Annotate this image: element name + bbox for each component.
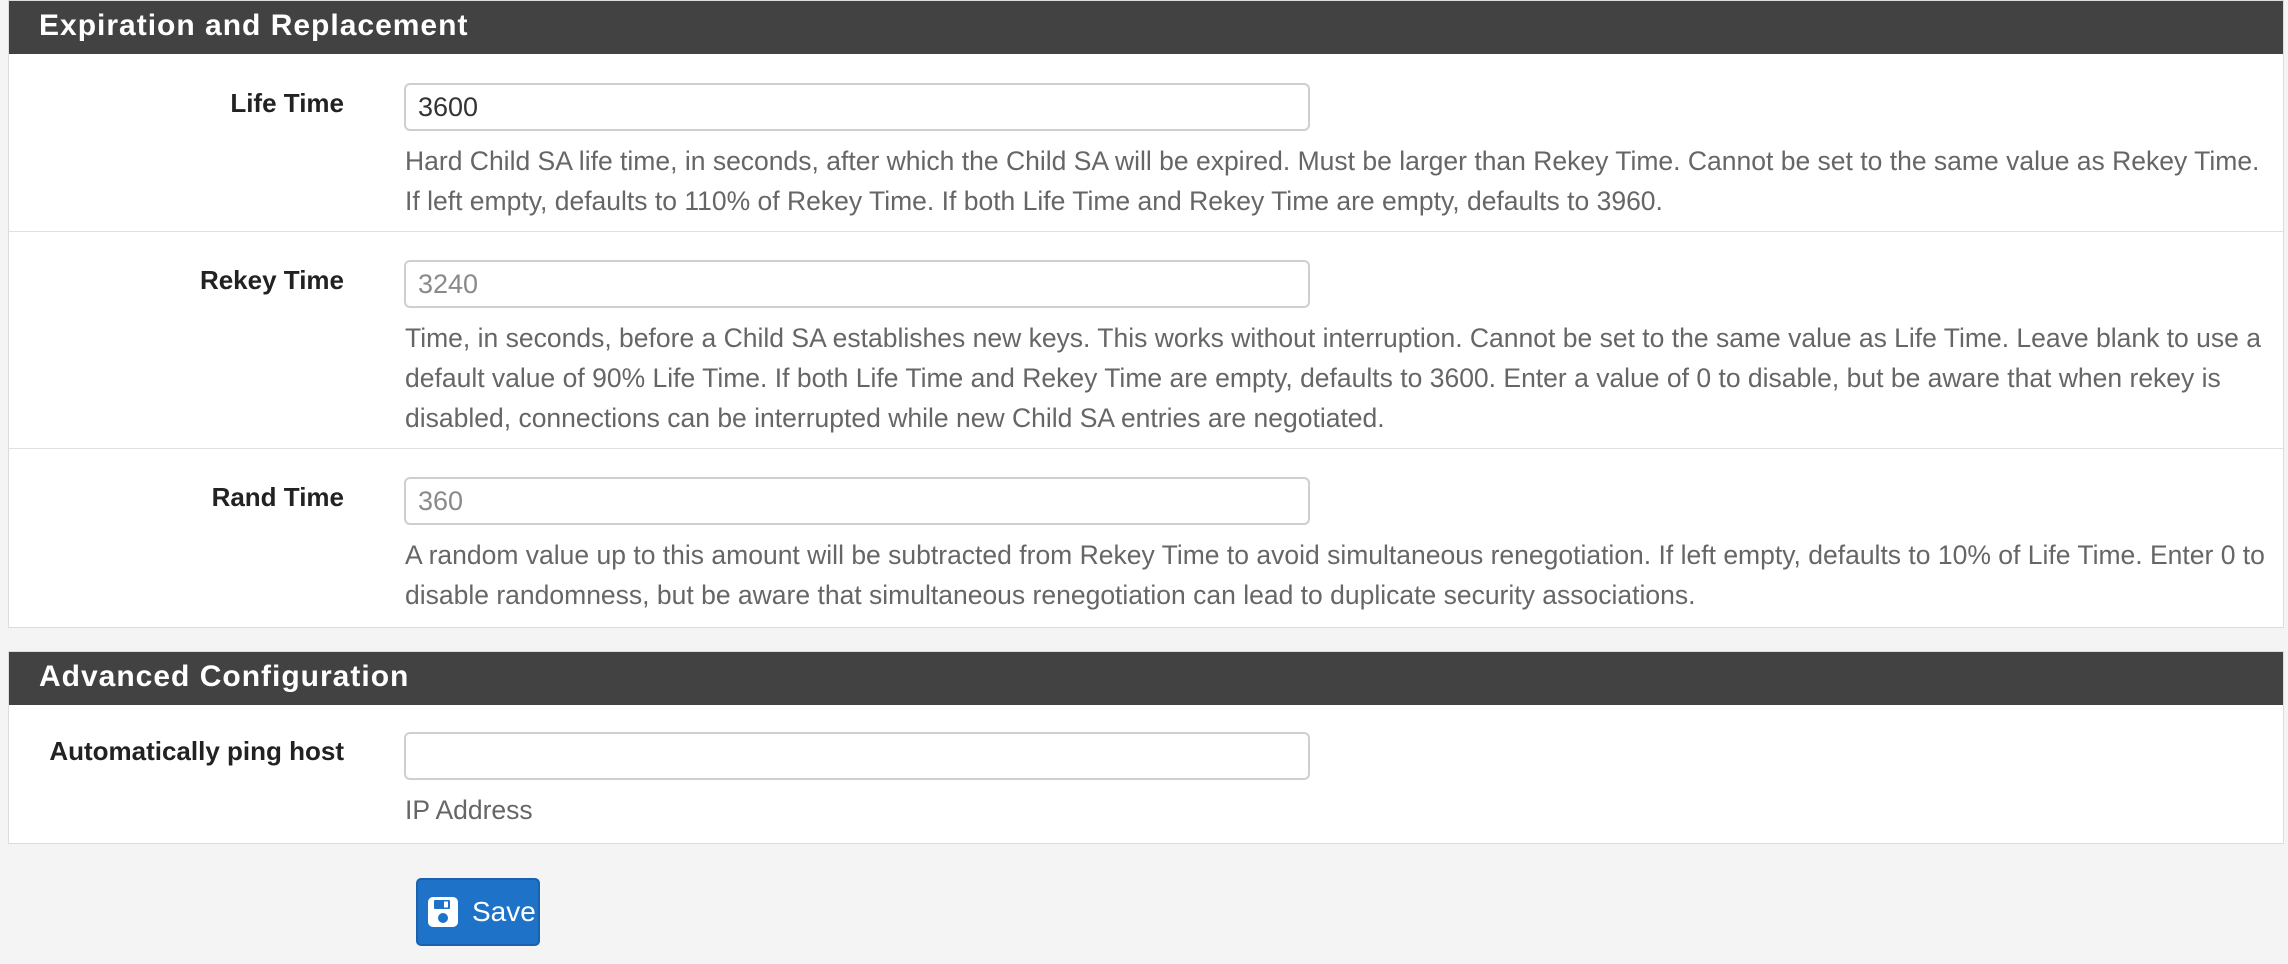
section-title-advanced: Advanced Configuration [9, 652, 2283, 705]
ping-host-row: Automatically ping host IP Address [9, 705, 2283, 843]
save-button[interactable]: Save [416, 878, 540, 946]
expiration-panel: Expiration and Replacement Life Time Har… [8, 0, 2284, 628]
rekey-time-label: Rekey Time [199, 265, 344, 295]
save-icon [426, 895, 460, 929]
ping-host-help: IP Address [405, 795, 533, 825]
rand-time-input[interactable] [404, 477, 1310, 525]
life-time-help: Hard Child SA life time, in seconds, aft… [405, 146, 2260, 216]
section-title-expiration: Expiration and Replacement [9, 1, 2283, 54]
rekey-time-help: Time, in seconds, before a Child SA esta… [405, 323, 2261, 433]
rand-time-help: A random value up to this amount will be… [405, 540, 2265, 610]
rekey-time-row: Rekey Time Time, in seconds, before a Ch… [9, 232, 2283, 449]
rand-time-row: Rand Time A random value up to this amou… [9, 449, 2283, 627]
life-time-row: Life Time Hard Child SA life time, in se… [9, 54, 2283, 232]
ping-host-input[interactable] [404, 732, 1310, 780]
advanced-panel: Advanced Configuration Automatically pin… [8, 651, 2284, 844]
life-time-label: Life Time [230, 88, 344, 118]
save-button-label: Save [472, 896, 536, 927]
ping-host-label: Automatically ping host [49, 736, 344, 766]
life-time-input[interactable] [404, 83, 1310, 131]
rand-time-label: Rand Time [211, 482, 344, 512]
rekey-time-input[interactable] [404, 260, 1310, 308]
